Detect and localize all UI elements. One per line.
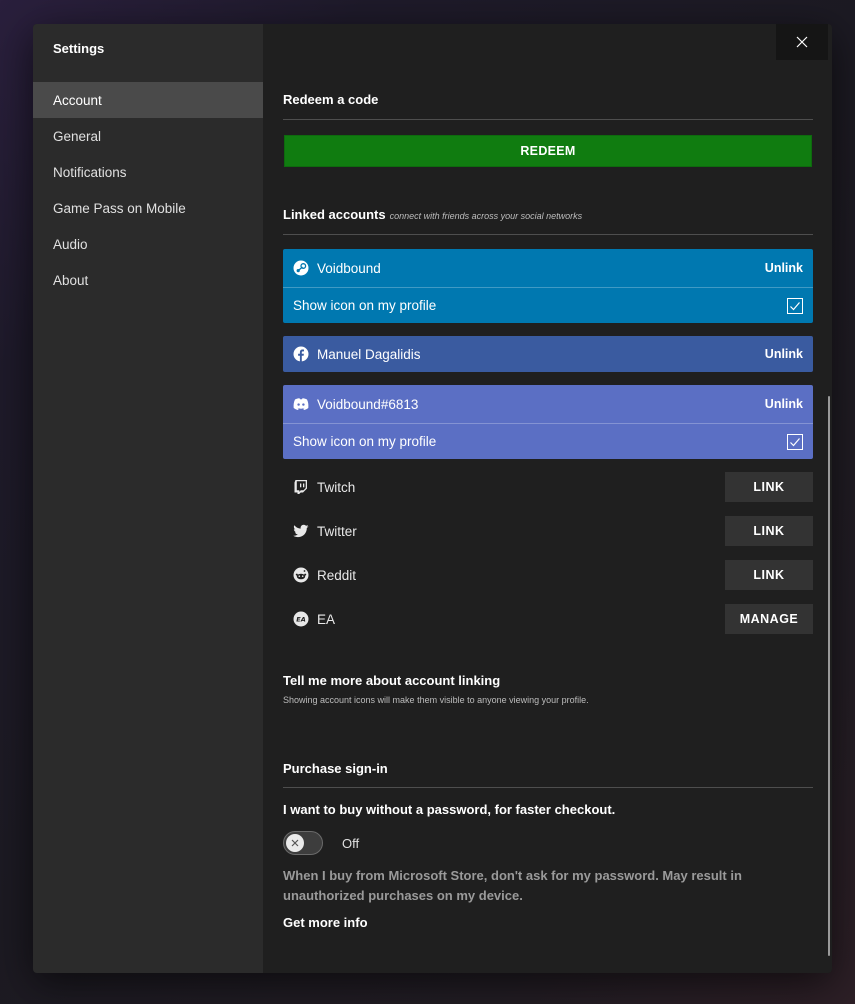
sidebar-item-notifications[interactable]: Notifications <box>33 154 263 190</box>
steam-unlink-button[interactable]: Unlink <box>765 261 803 275</box>
sidebar-item-game-pass-mobile[interactable]: Game Pass on Mobile <box>33 190 263 226</box>
twitter-icon <box>293 523 309 539</box>
get-more-info-link[interactable]: Get more info <box>283 915 368 930</box>
checkmark-icon <box>790 437 800 446</box>
close-button[interactable] <box>776 24 828 60</box>
linked-accounts-heading: Linked accounts <box>283 207 386 222</box>
reddit-account-row: Reddit LINK <box>283 559 813 591</box>
discord-show-icon-checkbox[interactable] <box>787 433 803 450</box>
divider <box>283 787 813 788</box>
main-panel: Redeem a code REDEEM Linked accounts conn… <box>263 24 832 973</box>
sidebar-title: Settings <box>53 41 105 56</box>
ea-icon: EA <box>293 611 309 627</box>
linked-accounts-subtitle: connect with friends across your social … <box>389 211 583 221</box>
sidebar-item-about[interactable]: About <box>33 262 263 298</box>
discord-unlink-button[interactable]: Unlink <box>765 397 803 411</box>
svg-text:EA: EA <box>296 616 305 624</box>
account-linking-info-link[interactable]: Tell me more about account linking <box>283 673 500 688</box>
scrollbar[interactable] <box>828 396 830 956</box>
facebook-account-card: Manuel Dagalidis Unlink <box>283 336 813 372</box>
toggle-knob <box>286 834 304 852</box>
ea-manage-button[interactable]: MANAGE <box>725 604 813 634</box>
ea-account-name: EA <box>317 611 336 627</box>
steam-account-row: Voidbound Unlink <box>283 249 813 287</box>
steam-account-name: Voidbound <box>317 260 381 276</box>
twitch-account-name: Twitch <box>317 479 356 495</box>
purchase-question: I want to buy without a password, for fa… <box>283 802 616 817</box>
reddit-account-name: Reddit <box>317 567 357 583</box>
reddit-icon <box>293 567 309 583</box>
twitch-icon <box>293 479 309 495</box>
divider <box>283 119 813 120</box>
x-icon <box>291 839 299 847</box>
purchase-password-toggle[interactable] <box>283 831 323 855</box>
facebook-account-name: Manuel Dagalidis <box>317 346 421 362</box>
sidebar-item-general[interactable]: General <box>33 118 263 154</box>
toggle-state-label: Off <box>342 836 360 851</box>
sidebar-item-audio[interactable]: Audio <box>33 226 263 262</box>
facebook-icon <box>293 346 309 362</box>
steam-show-icon-checkbox[interactable] <box>787 297 803 314</box>
facebook-account-row: Manuel Dagalidis Unlink <box>283 336 813 372</box>
discord-account-card: Voidbound#6813 Unlink Show icon on my pr… <box>283 385 813 459</box>
divider <box>283 234 813 235</box>
steam-show-icon-row: Show icon on my profile <box>283 287 813 323</box>
sidebar-item-account[interactable]: Account <box>33 82 263 118</box>
purchase-signin-title: Purchase sign-in <box>283 761 388 776</box>
sidebar: Settings Account General Notifications G… <box>33 24 263 973</box>
twitter-account-name: Twitter <box>317 523 357 539</box>
ea-account-row: EA EA MANAGE <box>283 603 813 635</box>
discord-account-name: Voidbound#6813 <box>317 396 419 412</box>
close-icon <box>796 36 808 48</box>
discord-account-row: Voidbound#6813 Unlink <box>283 385 813 423</box>
discord-show-icon-row: Show icon on my profile <box>283 423 813 459</box>
redeem-button[interactable]: REDEEM <box>284 135 812 167</box>
checkmark-icon <box>790 301 800 310</box>
steam-account-card: Voidbound Unlink Show icon on my profile <box>283 249 813 323</box>
twitch-link-button[interactable]: LINK <box>725 472 813 502</box>
linked-accounts-title: Linked accounts connect with friends acro… <box>283 207 582 222</box>
steam-show-icon-label: Show icon on my profile <box>293 298 437 313</box>
twitch-account-row: Twitch LINK <box>283 471 813 503</box>
account-linking-note: Showing account icons will make them vis… <box>283 695 589 705</box>
discord-icon <box>293 396 309 412</box>
settings-window: Settings Account General Notifications G… <box>33 24 832 973</box>
discord-show-icon-label: Show icon on my profile <box>293 434 437 449</box>
redeem-section-title: Redeem a code <box>283 92 379 107</box>
twitter-account-row: Twitter LINK <box>283 515 813 547</box>
purchase-description: When I buy from Microsoft Store, don't a… <box>283 868 742 903</box>
steam-icon <box>293 260 309 276</box>
twitter-link-button[interactable]: LINK <box>725 516 813 546</box>
facebook-unlink-button[interactable]: Unlink <box>765 347 803 361</box>
reddit-link-button[interactable]: LINK <box>725 560 813 590</box>
